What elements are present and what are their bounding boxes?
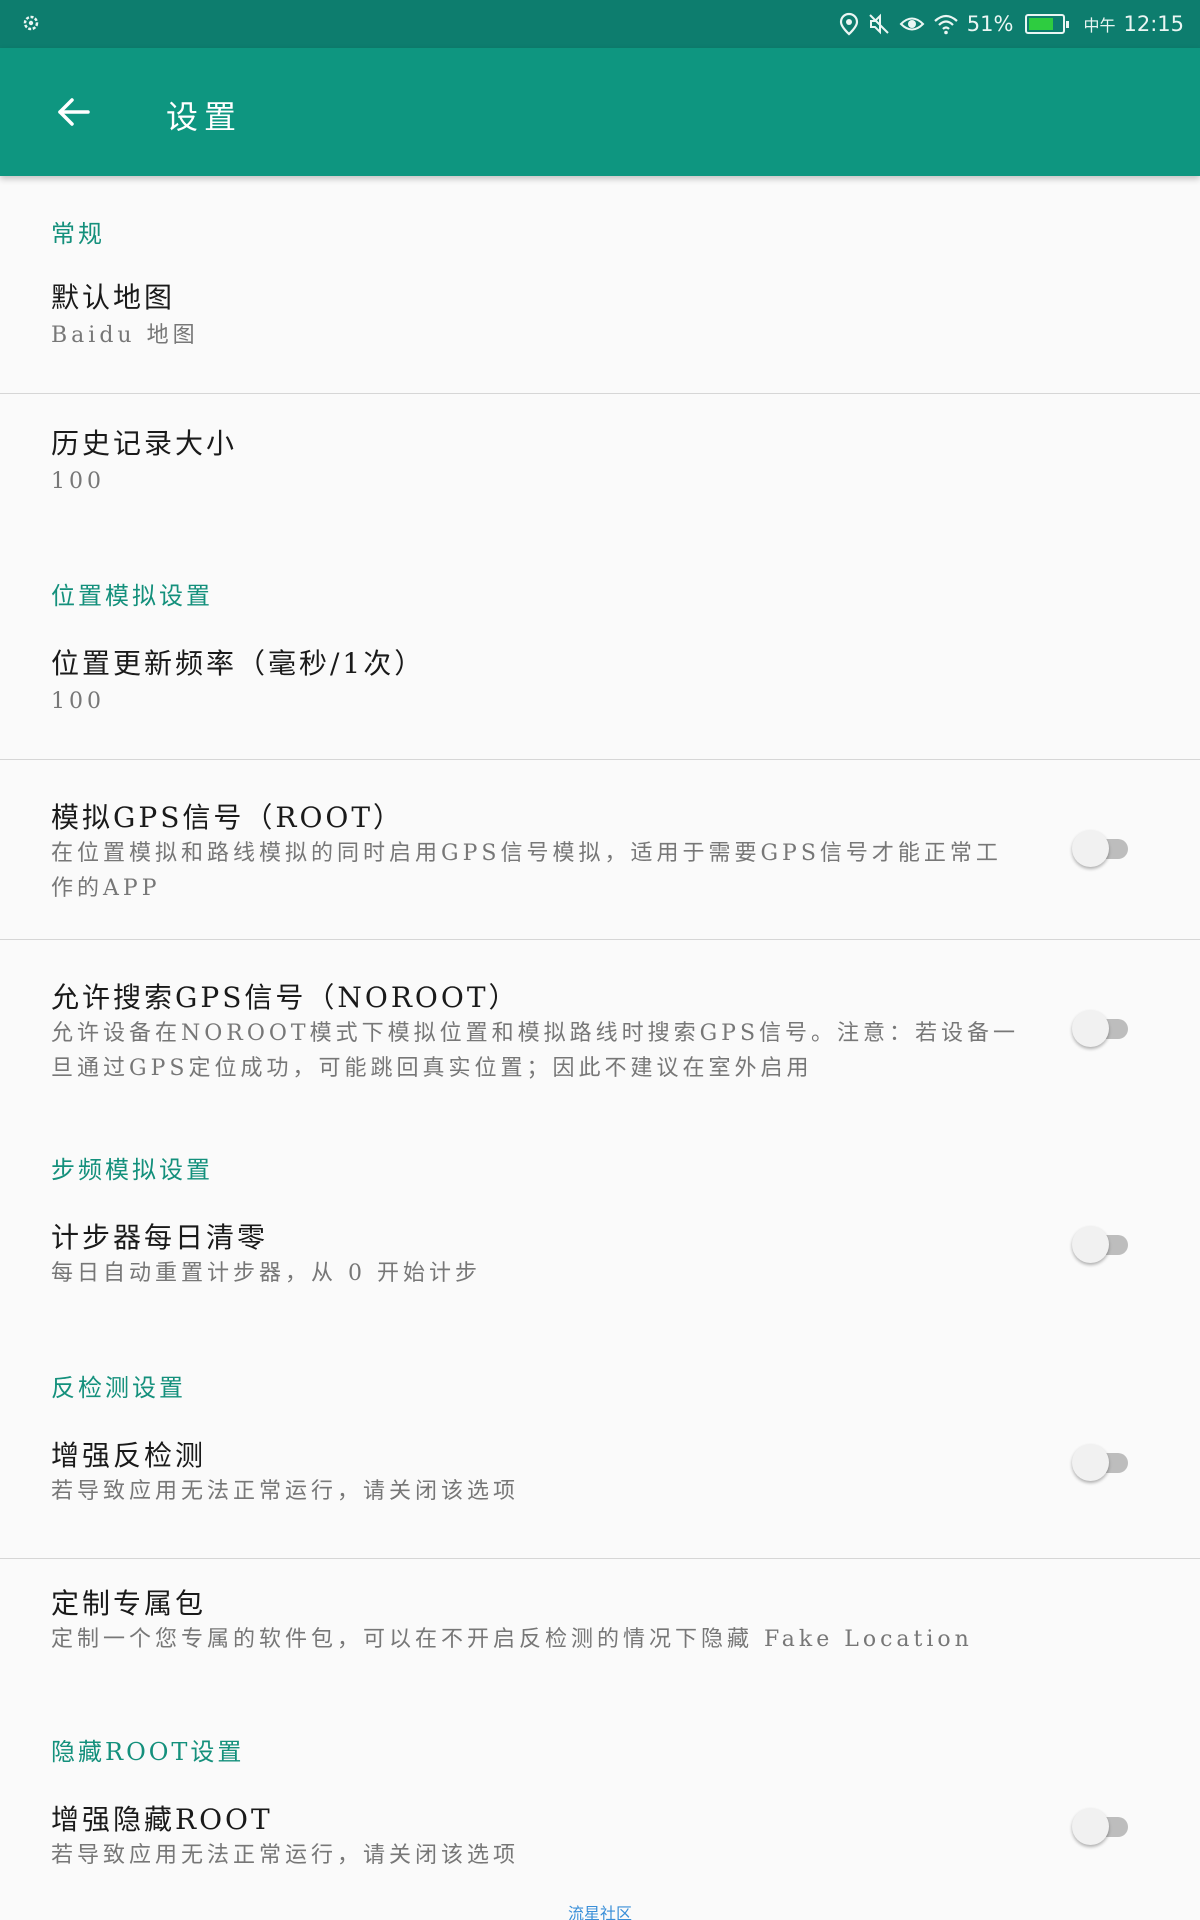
enhance-anti-detect-switch[interactable] [1072,1444,1128,1481]
pref-title: 位置更新频率（毫秒/1次） [51,647,426,680]
pref-summary: 若导致应用无法正常运行，请关闭该选项 [51,1843,520,1868]
pref-pedometer-reset[interactable]: 计步器每日清零 每日自动重置计步器，从 0 开始计步 [0,1216,1200,1316]
divider [0,939,1200,940]
pref-title: 默认地图 [51,281,176,314]
pref-summary: Baidu 地图 [51,323,199,348]
app-bar: 设置 [0,48,1200,176]
section-header-location-sim: 位置模拟设置 [51,582,213,610]
pref-summary: 100 [51,689,105,714]
section-header-anti-detect: 反检测设置 [51,1374,186,1402]
pref-simulate-gps[interactable]: 模拟GPS信号（ROOT） 在位置模拟和路线模拟的同时启用GPS信号模拟，适用于… [0,796,1200,926]
time-period: 中午 [1083,16,1116,35]
pref-history-size[interactable]: 历史记录大小 100 [0,422,1200,522]
pref-summary: 100 [51,469,105,494]
settings-gear-icon [23,15,39,31]
pref-title: 模拟GPS信号（ROOT） [51,801,405,834]
allow-search-gps-switch[interactable] [1072,1010,1128,1047]
pref-title: 增强隐藏ROOT [51,1803,273,1836]
status-icons: 51% 中午 12:15 [839,10,1184,38]
pref-custom-package[interactable]: 定制专属包 定制一个您专属的软件包，可以在不开启反检测的情况下隐藏 Fake L… [0,1582,1200,1682]
pref-summary: 在位置模拟和路线模拟的同时启用GPS信号模拟，适用于需要GPS信号才能正常工作的… [51,841,1002,901]
section-header-step-sim: 步频模拟设置 [51,1156,213,1184]
battery-icon [1025,14,1070,34]
pref-title: 允许搜索GPS信号（NOROOT） [51,981,520,1014]
arrow-back-icon [58,98,90,126]
divider [0,393,1200,394]
pref-update-frequency[interactable]: 位置更新频率（毫秒/1次） 100 [0,642,1200,742]
pref-summary: 允许设备在NOROOT模式下模拟位置和模拟路线时搜索GPS信号。注意：若设备一旦… [51,1021,1020,1081]
pref-title: 历史记录大小 [51,427,238,460]
divider [0,759,1200,760]
pedometer-reset-switch[interactable] [1072,1226,1128,1263]
wifi-icon [934,14,958,35]
pref-default-map[interactable]: 默认地图 Baidu 地图 [0,276,1200,394]
pref-allow-search-gps[interactable]: 允许搜索GPS信号（NOROOT） 允许设备在NOROOT模式下模拟位置和模拟路… [0,976,1200,1106]
pref-enhance-hide-root[interactable]: 增强隐藏ROOT 若导致应用无法正常运行，请关闭该选项 [0,1798,1200,1898]
page-title: 设置 [166,98,243,136]
back-button[interactable] [44,82,104,142]
simulate-gps-switch[interactable] [1072,830,1128,867]
section-header-hide-root: 隐藏ROOT设置 [51,1738,245,1766]
section-header-general: 常规 [51,220,105,248]
watermark-text: 流星社区 [568,1904,633,1920]
enhance-hide-root-switch[interactable] [1072,1808,1128,1845]
pref-summary: 定制一个您专属的软件包，可以在不开启反检测的情况下隐藏 Fake Locatio… [51,1627,973,1652]
location-icon [839,12,858,36]
pref-enhance-anti-detect[interactable]: 增强反检测 若导致应用无法正常运行，请关闭该选项 [0,1434,1200,1534]
status-bar: 51% 中午 12:15 [0,0,1200,48]
pref-title: 定制专属包 [51,1587,207,1620]
pref-title: 增强反检测 [51,1439,207,1472]
divider [0,1558,1200,1559]
mute-icon [869,13,889,35]
pref-summary: 若导致应用无法正常运行，请关闭该选项 [51,1479,520,1504]
status-time: 12:15 [1123,12,1184,36]
pref-title: 计步器每日清零 [51,1221,269,1254]
pref-summary: 每日自动重置计步器，从 0 开始计步 [51,1261,481,1286]
battery-percent: 51% [966,12,1014,36]
eye-icon [899,17,925,31]
